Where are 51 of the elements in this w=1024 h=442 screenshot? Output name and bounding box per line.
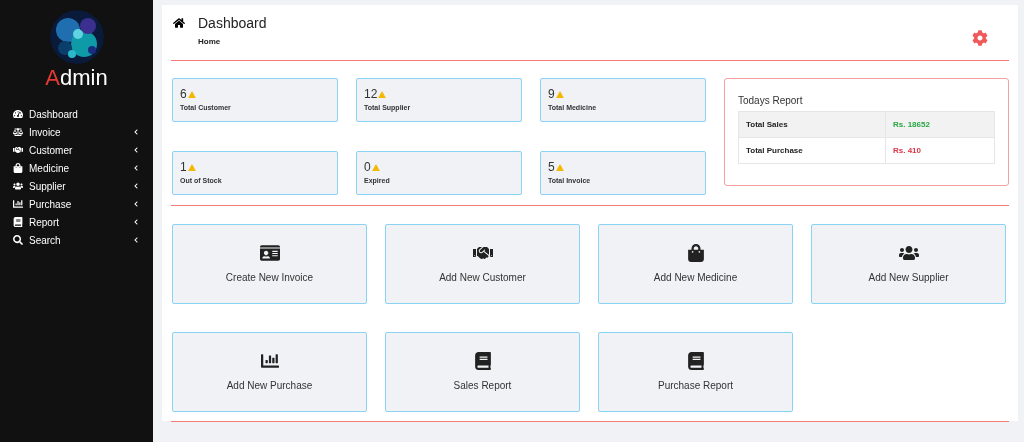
sidebar-item[interactable]: Purchase: [0, 195, 153, 213]
stat-value: 0: [364, 160, 371, 174]
warning-triangle-icon: [555, 90, 564, 98]
sidebar-item[interactable]: Medicine: [0, 159, 153, 177]
action-tile[interactable]: Add New Medicine: [598, 224, 793, 304]
gauge-icon: [13, 109, 23, 119]
warning-triangle-icon: [187, 163, 196, 171]
stat-value: 12: [364, 87, 378, 101]
brand-title: Admin: [45, 65, 108, 91]
id-card-icon: [259, 243, 280, 262]
stat-value: 6: [180, 87, 187, 101]
table-cell: Rs. 410: [885, 137, 995, 164]
bar-chart-icon: [13, 199, 23, 209]
warning-triangle-icon: [555, 163, 564, 171]
warning-triangle-icon: [378, 90, 387, 98]
bar-chart-icon: [259, 351, 280, 370]
stat-value: 1: [180, 160, 187, 174]
report-title: Todays Report: [738, 94, 804, 108]
warning-triangle-icon: [371, 163, 380, 171]
table-cell: Total Sales: [738, 111, 886, 138]
sidebar-item[interactable]: Invoice: [0, 123, 153, 141]
users-icon: [898, 243, 919, 262]
book-icon: [472, 351, 493, 370]
search-icon: [13, 235, 23, 245]
stat-value: 5: [548, 160, 555, 174]
action-tile[interactable]: Add New Customer: [385, 224, 580, 304]
action-tile[interactable]: Create New Invoice: [172, 224, 367, 304]
action-tile[interactable]: Sales Report: [385, 332, 580, 412]
handshake-icon: [13, 145, 23, 155]
table-cell: Total Purchase: [738, 137, 886, 164]
breadcrumb: Home: [198, 36, 222, 48]
sidebar-item[interactable]: Supplier: [0, 177, 153, 195]
action-tile[interactable]: Add New Supplier: [811, 224, 1006, 304]
sidebar-item[interactable]: Dashboard: [0, 105, 153, 123]
sidebar-item[interactable]: Customer: [0, 141, 153, 159]
scale-icon: [13, 127, 23, 137]
settings-icon[interactable]: [972, 30, 988, 46]
home-icon: [173, 17, 185, 29]
action-tile[interactable]: Purchase Report: [598, 332, 793, 412]
warning-triangle-icon: [187, 90, 196, 98]
stat-value: 9: [548, 87, 555, 101]
book-icon: [685, 351, 706, 370]
bag-icon: [685, 243, 706, 262]
book-icon: [13, 217, 23, 227]
action-tile[interactable]: Add New Purchase: [172, 332, 367, 412]
sidebar-item[interactable]: Search: [0, 231, 153, 249]
page-title: Dashboard: [198, 14, 267, 33]
sidebar-item[interactable]: Report: [0, 213, 153, 231]
users-icon: [13, 181, 23, 191]
table-cell: Rs. 18652: [885, 111, 995, 138]
bag-icon: [13, 163, 23, 173]
